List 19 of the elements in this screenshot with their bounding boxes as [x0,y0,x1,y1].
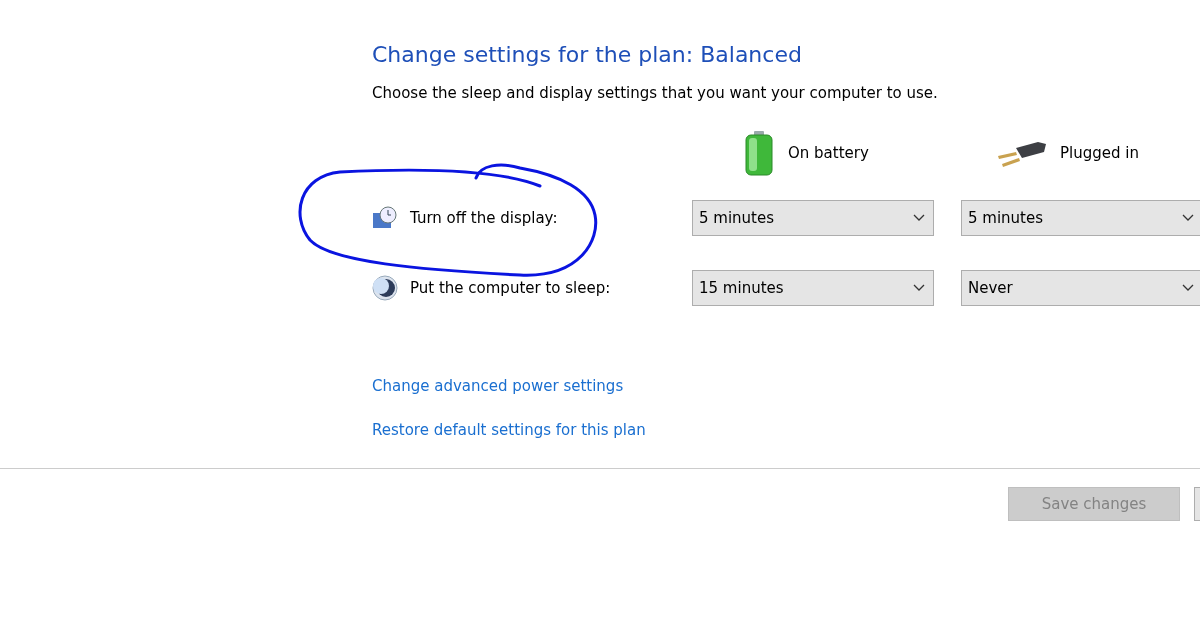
column-heading: Plugged in [1060,142,1139,164]
page-title: Change settings for the plan: Balanced [372,42,803,69]
setting-label: Turn off the display: [410,207,558,229]
column-heading: On battery [788,142,869,164]
dropdown[interactable]: 15 minutes [692,269,934,306]
dropdown[interactable]: 5 minutes [961,199,1200,236]
battery-icon [744,129,774,176]
chevron-icon [913,214,925,222]
setting-label: Put the computer to sleep: [410,277,611,299]
chevron-icon [1182,284,1194,292]
page-description: Choose the sleep and display settings that you want your computer to use. [372,83,939,105]
link[interactable]: Restore default settings for this plan [372,419,646,442]
chevron-icon [1182,214,1194,222]
moon-icon [372,274,398,301]
chevron-icon [913,284,925,292]
clock-monitor-icon [372,205,398,230]
dropdown[interactable]: 5 minutes [692,199,934,236]
link[interactable]: Change advanced power settings [372,374,624,398]
dropdown[interactable]: Never [961,269,1200,306]
